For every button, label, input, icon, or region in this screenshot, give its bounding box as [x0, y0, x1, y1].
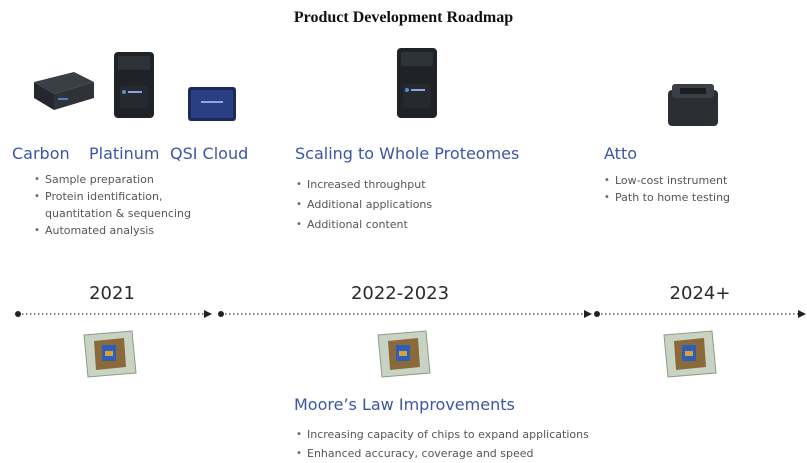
moores-law-bullets: Increasing capacity of chips to expand a…: [296, 425, 589, 463]
product-scaling: Scaling to Whole Proteomes: [295, 144, 520, 163]
year-2021: 2021: [89, 283, 135, 304]
bullet-list-2021: Sample preparation Protein identificatio…: [34, 171, 191, 239]
year-2024: 2024+: [669, 283, 731, 304]
qsi-cloud-tablet-icon: [188, 87, 236, 121]
product-platinum: Platinum: [89, 144, 160, 163]
list-item: Increased throughput: [296, 175, 432, 195]
year-2022-2023: 2022-2023: [350, 283, 450, 304]
list-item: quantitation & sequencing: [45, 207, 191, 220]
list-item: Automated analysis: [34, 222, 191, 239]
list-item: Protein identification,: [34, 188, 191, 205]
list-item: Sample preparation: [34, 171, 191, 188]
product-atto: Atto: [604, 144, 637, 163]
chip-icon: [83, 330, 137, 378]
atto-device-icon: [668, 84, 718, 126]
timeline: [15, 310, 806, 318]
bullet-list-2024: Low-cost instrument Path to home testing: [604, 172, 730, 206]
platinum-device-icon: [114, 52, 154, 118]
timeline-node: [594, 311, 600, 317]
list-item: Additional content: [296, 215, 432, 235]
list-item: Additional applications: [296, 195, 432, 215]
page-title: Product Development Roadmap: [293, 9, 514, 26]
list-item: Low-cost instrument: [604, 172, 730, 189]
arrow-icon: [584, 310, 592, 318]
arrow-icon: [204, 310, 212, 318]
list-item: Increasing capacity of chips to expand a…: [296, 425, 589, 444]
list-item: Enhanced accuracy, coverage and speed: [296, 444, 589, 463]
platinum-device-icon: [397, 48, 437, 118]
bullet-list-2022: Increased throughput Additional applicat…: [296, 175, 432, 235]
list-item: Path to home testing: [604, 189, 730, 206]
timeline-node: [218, 311, 224, 317]
carbon-device-icon: [34, 72, 94, 110]
product-carbon: Carbon: [12, 144, 70, 163]
product-qsi-cloud: QSI Cloud: [170, 144, 249, 163]
chip-icon: [377, 330, 431, 378]
chip-icon: [663, 330, 717, 378]
moores-law-heading: Moore’s Law Improvements: [294, 395, 515, 414]
arrow-icon: [798, 310, 806, 318]
timeline-node: [15, 311, 21, 317]
